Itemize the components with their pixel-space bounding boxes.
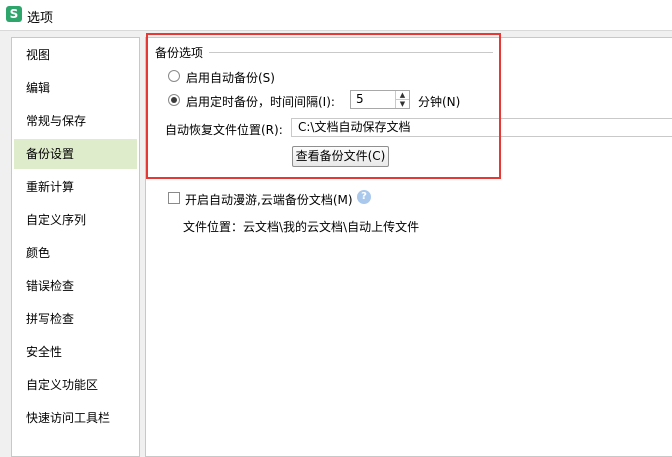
sidebar-item-error-check[interactable]: 错误检查	[14, 271, 137, 301]
options-sidebar: 视图 编辑 常规与保存 备份设置 重新计算 自定义序列 颜色 错误检查 拼写检查…	[11, 37, 140, 457]
view-backup-files-button[interactable]: 查看备份文件(C)	[292, 146, 389, 167]
stepper-up-icon[interactable]: ▲	[395, 91, 409, 100]
interval-stepper[interactable]: 5 ▲ ▼	[350, 90, 410, 109]
sidebar-item-recalculate[interactable]: 重新计算	[14, 172, 137, 202]
title-bar: S 选项	[0, 0, 672, 31]
interval-unit-label: 分钟(N)	[418, 95, 461, 109]
sidebar-item-spell-check[interactable]: 拼写检查	[14, 304, 137, 334]
backup-options-group-title: 备份选项	[155, 46, 204, 60]
recover-location-field[interactable]: C:\文档自动保存文档	[291, 118, 672, 137]
auto-roaming-label[interactable]: 开启自动漫游,云端备份文档(M)	[185, 191, 353, 208]
sidebar-item-quick-access-toolbar[interactable]: 快速访问工具栏	[14, 403, 137, 433]
sidebar-item-colors[interactable]: 颜色	[14, 238, 137, 268]
interval-value[interactable]: 5	[356, 92, 364, 106]
auto-backup-label[interactable]: 启用自动备份(S)	[186, 69, 275, 86]
auto-backup-radio[interactable]	[168, 70, 180, 82]
recover-location-label: 自动恢复文件位置(R):	[165, 123, 283, 137]
sidebar-item-custom-ribbon[interactable]: 自定义功能区	[14, 370, 137, 400]
wps-s-logo-icon: S	[6, 6, 22, 22]
window-title: 选项	[27, 11, 54, 26]
timed-backup-radio[interactable]	[168, 94, 180, 106]
sidebar-item-backup-settings[interactable]: 备份设置	[14, 139, 137, 169]
group-divider	[209, 52, 493, 53]
sidebar-item-custom-lists[interactable]: 自定义序列	[14, 205, 137, 235]
timed-backup-label[interactable]: 启用定时备份，时间间隔(I):	[186, 93, 335, 110]
sidebar-item-edit[interactable]: 编辑	[14, 73, 137, 103]
stepper-down-icon[interactable]: ▼	[395, 100, 409, 108]
sidebar-item-security[interactable]: 安全性	[14, 337, 137, 367]
sidebar-item-view[interactable]: 视图	[14, 40, 137, 70]
auto-roaming-checkbox[interactable]	[168, 192, 180, 204]
cloud-file-location-text: 文件位置：云文档\我的云文档\自动上传文件	[183, 220, 420, 234]
sidebar-item-general-save[interactable]: 常规与保存	[14, 106, 137, 136]
help-icon[interactable]: ?	[357, 190, 371, 204]
